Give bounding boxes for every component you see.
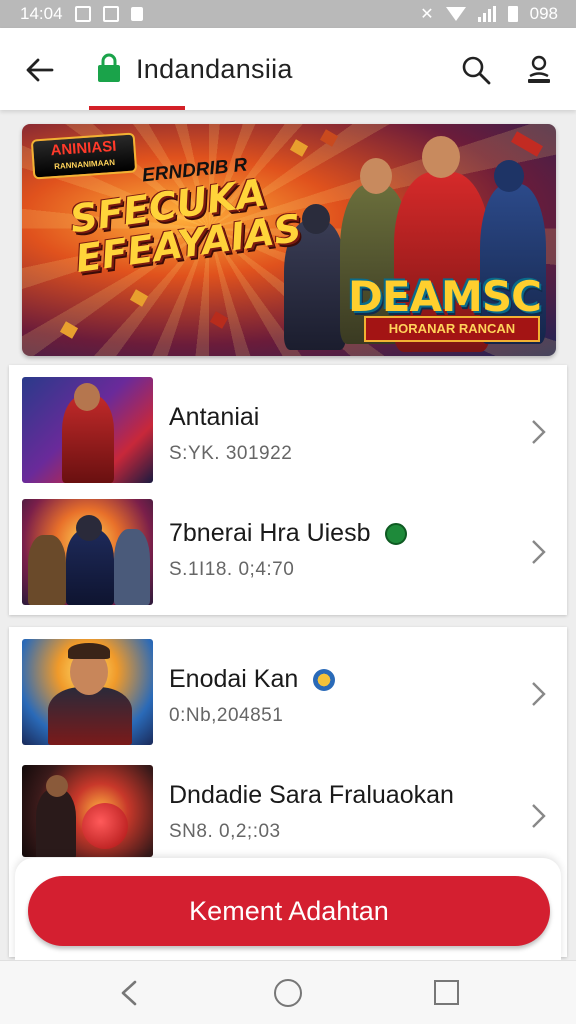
sim-icon [74,6,91,22]
primary-action-button[interactable]: Kement Adahtan [28,876,550,946]
search-icon[interactable] [460,54,492,86]
battery-icon [507,6,518,22]
lock-icon [98,53,120,82]
promo-banner[interactable]: ANINIASI RANNANIMAAN ERNDRIB R SFECUKA E… [22,124,556,356]
item-thumbnail [22,639,153,745]
battery-level: 098 [529,4,558,23]
item-title: Enodai Kan [169,665,299,693]
wifi-icon [445,7,466,21]
item-title-row: 7bnerai Hra Uiesb [169,519,408,548]
banner-badge: ANINIASI RANNANIMAAN [30,132,138,180]
item-thumbnail [22,765,153,857]
green-badge-icon [385,523,408,546]
chevron-right-icon [532,540,546,564]
mute-icon: ✕ [420,6,434,23]
nav-recents-icon[interactable] [434,980,459,1005]
list-item[interactable]: 7bnerai Hra Uiesb S.1I18. 0;4:70 [9,499,567,609]
item-subtitle: SN8. 0,2;:03 [169,821,281,842]
status-time: 14:04 [20,4,63,23]
item-subtitle: S.1I18. 0;4:70 [169,559,295,580]
item-subtitle: S:YK. 301922 [169,443,293,464]
banner-badge-text: ANINIASI [50,137,117,160]
profile-icon[interactable] [524,52,554,86]
signal-icon [477,6,496,22]
item-thumbnail [22,377,153,483]
banner-logo-sub: HORANAR RANCAN [364,316,540,342]
hero-head [360,158,392,194]
item-title: Dndadie Sara Fraluaokan [169,781,454,809]
status-bar: 14:04 ✕ 098 [0,0,576,28]
item-title: 7bnerai Hra Uiesb [169,519,371,547]
coin-icon [313,669,336,692]
system-nav-bar [0,960,576,1024]
item-subtitle: 0:Nb,204851 [169,705,284,726]
list-item[interactable]: Antaniai S:YK. 301922 [9,377,567,487]
active-tab-indicator [89,106,185,110]
photo-icon [102,6,119,22]
page-title: Indandansiia [136,54,293,84]
banner-logo: DEAMSC [348,272,542,321]
list-card: Antaniai S:YK. 301922 7bnerai Hra Uiesb … [9,365,567,615]
chevron-right-icon [532,804,546,828]
chevron-right-icon [532,682,546,706]
notification-icon [130,7,143,21]
item-thumbnail [22,499,153,605]
nav-back-icon[interactable] [116,979,142,1007]
hero-head [494,160,524,192]
back-arrow-icon[interactable] [24,54,56,86]
list-item[interactable]: Enodai Kan 0:Nb,204851 [9,639,567,749]
app-bar: Indandansiia [0,28,576,110]
hero-head [422,136,460,178]
bottom-action-panel: Kement Adahtan [15,858,561,960]
chevron-right-icon [532,420,546,444]
item-title-row: Enodai Kan [169,665,336,694]
nav-home-icon[interactable] [274,979,302,1007]
item-title: Antaniai [169,403,260,431]
banner-badge-sub: RANNANIMAAN [53,157,116,172]
